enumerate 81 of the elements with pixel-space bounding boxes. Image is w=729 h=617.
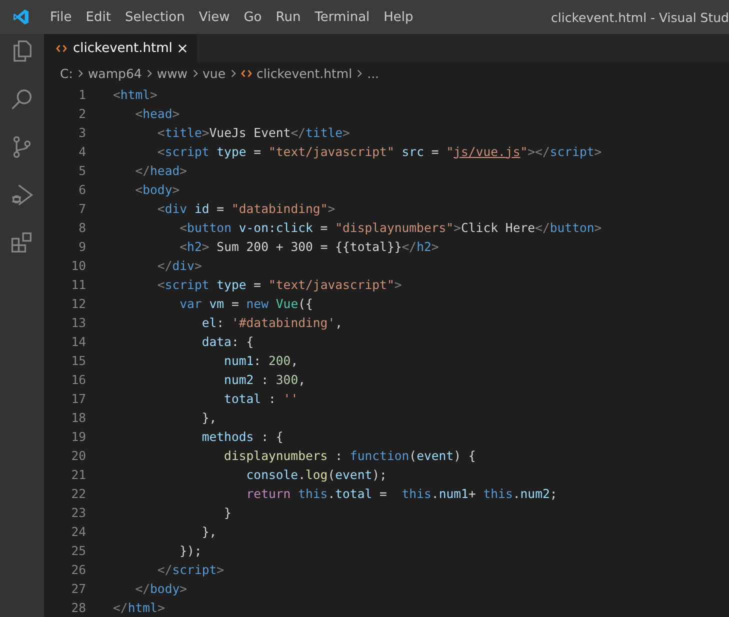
menu-item[interactable]: Edit [78,10,118,24]
code-line: }); [178,544,202,558]
line-number: 27 [70,582,86,596]
code-line: </body> [134,582,188,596]
line-number: 24 [70,524,86,538]
code-line: num1: 200, [223,354,298,368]
code-line: <head> [134,106,180,120]
html-file-icon [240,68,252,78]
breadcrumb[interactable]: wamp64 [88,66,142,80]
code-line: total : '' [223,392,298,406]
close-icon[interactable] [178,44,188,52]
line-number: 19 [70,430,86,444]
line-number: 12 [70,296,86,310]
code-line: }, [200,410,217,424]
code-line: <button v-on:click = "displaynumbers">Click Here</button> [178,220,602,234]
line-number: 16 [70,372,86,386]
breadcrumb[interactable]: vue [202,66,226,80]
line-number: 11 [70,278,86,292]
code-line: } [223,506,232,520]
code-line: <div id = "databinding"> [156,202,336,216]
line-number: 18 [70,410,86,424]
line-number: 13 [70,316,86,330]
code-line: displaynumbers : function(event) { [223,448,476,462]
line-number: 21 [70,468,86,482]
line-number: 8 [78,220,86,234]
chevron-icon [78,68,83,78]
code-line: <body> [134,182,180,196]
line-number: 4 [78,144,86,158]
breadcrumb[interactable]: C: [60,66,73,80]
code-line: </head> [134,164,188,178]
code-line: console.log(event); [245,468,387,482]
code-line: var vm = new Vue({ [178,296,313,310]
line-number: 10 [70,258,86,272]
line-number: 23 [70,506,86,520]
chevron-icon [230,68,236,78]
line-number: 1 [78,88,86,102]
code-line: methods : { [200,430,284,444]
menu-item[interactable]: Terminal [308,10,377,24]
line-number: 15 [70,354,86,368]
chevron-icon [146,68,152,78]
line-number: 3 [78,126,86,140]
code-line: <script type = "text/javascript" src = "js/vue.js"></script> [156,144,602,158]
line-number: 6 [78,182,86,196]
code-line: <h2> Sum 200 + 300 = {{total}}</h2> [178,240,439,254]
line-number: 25 [70,544,86,558]
code-line: }, [200,524,217,538]
menu-item[interactable]: Go [236,10,269,24]
code-line: </script> [156,562,224,576]
app-logo-icon [12,8,30,26]
line-number: 17 [70,392,86,406]
line-number: 20 [70,448,86,462]
line-number: 28 [70,600,86,614]
chevron-icon [192,68,198,78]
html-file-icon [56,44,67,52]
line-number: 14 [70,334,86,348]
chevron-icon [357,68,362,78]
menu-item[interactable]: View [192,10,237,24]
line-number: 22 [70,486,86,500]
code-line: <title>VueJs Event</title> [156,126,350,140]
code-line: data: { [200,334,254,348]
code-line: <script type = "text/javascript"> [156,278,402,292]
code-line: return this.total = this.num1+ this.num2; [245,486,558,500]
breadcrumb[interactable]: ... [367,66,380,80]
menu-item[interactable]: Help [376,10,420,24]
line-number: 26 [70,562,86,576]
code-line: </div> [156,258,202,272]
line-number: 9 [78,240,86,254]
breadcrumb[interactable]: clickevent.html [256,66,352,80]
code-line: </html> [113,600,165,614]
menu-item[interactable]: File [43,10,79,24]
breadcrumb[interactable]: www [156,66,188,80]
menu-item[interactable]: Selection [118,10,192,24]
window-title: clickevent.html - Visual Stud [551,10,729,24]
line-number: 5 [78,164,86,178]
editor-tab[interactable]: clickevent.html [44,34,198,62]
code-line: num2 : 300, [223,372,306,386]
line-number: 2 [78,106,86,120]
menu-item[interactable]: Run [268,10,308,24]
code-line: <html> [113,88,158,102]
line-number: 7 [78,202,86,216]
code-line: el: '#databinding', [200,316,343,330]
